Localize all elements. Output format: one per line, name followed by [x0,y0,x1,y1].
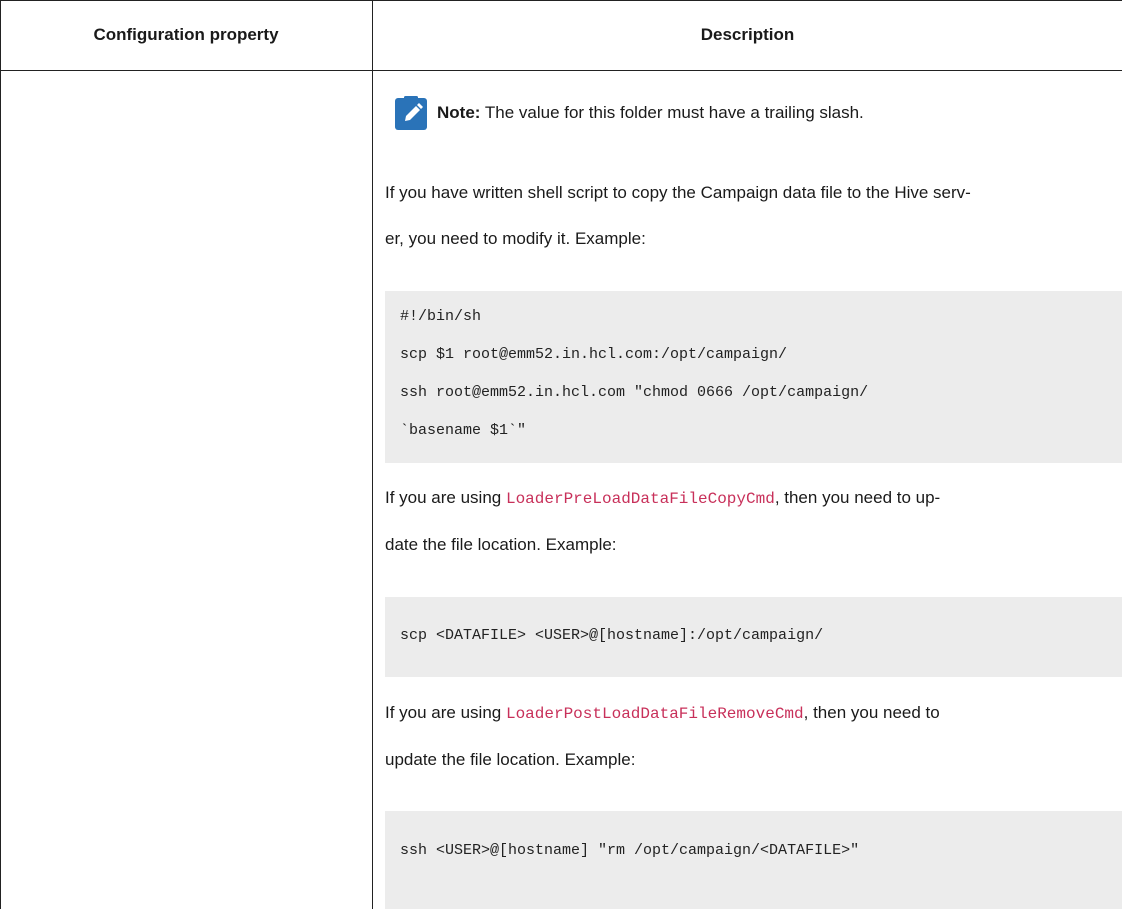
code-block-rm: ssh <USER>@[hostname] "rm /opt/campaign/… [385,811,1122,909]
code-line: ssh root@emm52.in.hcl.com "chmod 0666 /o… [400,384,869,401]
paragraph-line: er, you need to modify it. Example: [385,229,646,248]
paragraph-text: , then you need to up- [774,488,941,507]
paragraph-line: date the file location. Example: [385,535,617,554]
table-left-border [0,0,1,909]
paragraph-shell-script: If you have written shell script to copy… [385,170,1115,262]
code-line: ssh <USER>@[hostname] "rm /opt/campaign/… [400,842,860,859]
paragraph-text: If you are using [385,703,506,722]
config-table: Configuration property Description Note:… [0,0,1122,909]
column-header-configuration-property: Configuration property [93,25,279,44]
paragraph-postload-remove: If you are using LoaderPostLoadDataFileR… [385,690,1115,783]
paragraph-line: If you are using LoaderPreLoadDataFileCo… [385,475,1115,522]
paragraph-line: update the file location. Example: [385,750,636,769]
property-link-postload-remove[interactable]: LoaderPostLoadDataFileRemoveCmd [506,705,804,723]
note-callout: Note: The value for this folder must hav… [395,96,864,130]
column-divider [372,0,373,909]
code-line: scp <DATAFILE> <USER>@[hostname]:/opt/ca… [400,627,824,644]
property-link-preload-copy[interactable]: LoaderPreLoadDataFileCopyCmd [506,490,775,508]
code-block-shell-script: #!/bin/sh scp $1 root@emm52.in.hcl.com:/… [385,291,1122,463]
paragraph-line: If you have written shell script to copy… [385,183,971,202]
code-block-scp: scp <DATAFILE> <USER>@[hostname]:/opt/ca… [385,597,1122,677]
header-bottom-border [0,70,1122,71]
paragraph-line: If you are using LoaderPostLoadDataFileR… [385,690,1115,737]
code-line: `basename $1`" [400,422,527,439]
paragraph-text: If you are using [385,488,506,507]
code-line: #!/bin/sh [400,308,482,325]
note-body: The value for this folder must have a tr… [480,103,864,122]
code-line: scp $1 root@emm52.in.hcl.com:/opt/campai… [400,346,788,363]
note-label: Note: [437,103,481,122]
pencil-note-icon [395,96,427,130]
paragraph-preload-copy: If you are using LoaderPreLoadDataFileCo… [385,475,1115,568]
paragraph-text: , then you need to [803,703,940,722]
note-text: Note: The value for this folder must hav… [437,103,864,123]
column-header-description: Description [700,25,795,44]
